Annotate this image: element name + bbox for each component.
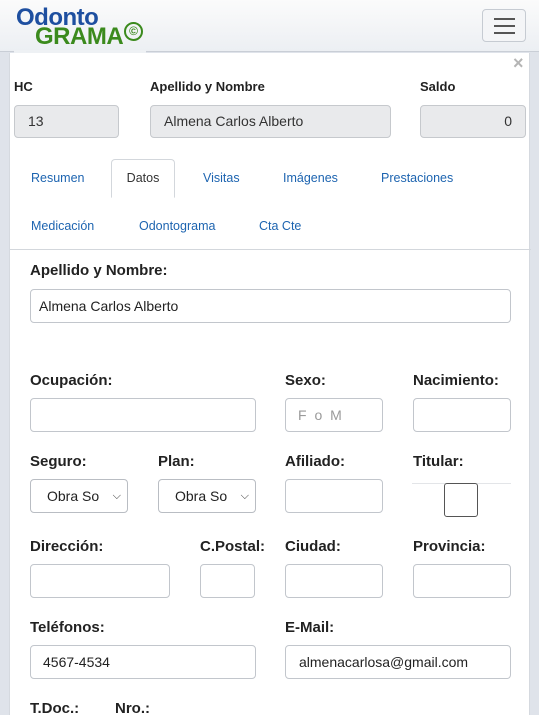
ocupacion-label: Ocupación: [30, 372, 113, 389]
ocupacion-input[interactable] [30, 398, 256, 432]
tab-odontograma[interactable]: Odontograma [139, 219, 215, 233]
menu-bar [494, 18, 515, 20]
tab-resumen[interactable]: Resumen [31, 171, 85, 185]
sexo-label: Sexo: [285, 372, 326, 389]
app-logo[interactable]: Odonto GRAMA © [14, 4, 148, 53]
menu-bar [494, 25, 515, 27]
hc-label: HC [14, 79, 33, 94]
tab-prestaciones[interactable]: Prestaciones [381, 171, 453, 185]
email-input[interactable]: almenacarlosa@gmail.com [285, 645, 511, 679]
nombre-label: Apellido y Nombre: [30, 262, 168, 279]
saldo-field: 0 [420, 105, 526, 138]
ciudad-label: Ciudad: [285, 538, 341, 555]
seguro-select[interactable]: Obra So ⌵ [30, 479, 128, 513]
afiliado-label: Afiliado: [285, 453, 345, 470]
direccion-input[interactable] [30, 564, 170, 598]
seguro-label: Seguro: [30, 453, 87, 470]
plan-select-value: Obra So [175, 488, 228, 504]
ciudad-input[interactable] [285, 564, 383, 598]
tab-visitas[interactable]: Visitas [203, 171, 240, 185]
patient-modal: × HC 13 Apellido y Nombre Almena Carlos … [9, 53, 531, 715]
cpostal-label: C.Postal: [200, 538, 266, 555]
titular-label: Titular: [413, 453, 464, 470]
patient-name-label: Apellido y Nombre [150, 79, 265, 94]
tab-cta-cte[interactable]: Cta Cte [259, 219, 301, 233]
menu-bar [494, 32, 515, 34]
cpostal-input[interactable] [200, 564, 255, 598]
provincia-input[interactable] [413, 564, 511, 598]
top-navbar: Odonto GRAMA © [0, 0, 539, 53]
chevron-down-icon: ⌵ [112, 490, 121, 502]
telefonos-input[interactable]: 4567-4534 [30, 645, 256, 679]
sexo-input[interactable]: F o M [285, 398, 383, 432]
titular-checkbox[interactable] [444, 483, 478, 517]
tabs-divider [10, 249, 531, 250]
plan-label: Plan: [158, 453, 195, 470]
afiliado-input[interactable] [285, 479, 383, 513]
email-label: E-Mail: [285, 619, 335, 636]
nro-label: Nro.: [115, 700, 150, 715]
nacimiento-label: Nacimiento: [413, 372, 499, 389]
nombre-input[interactable]: Almena Carlos Alberto [30, 289, 511, 323]
close-icon[interactable]: × [513, 53, 524, 74]
patient-name-field: Almena Carlos Alberto [150, 105, 391, 138]
hamburger-menu-icon[interactable] [482, 9, 526, 42]
tab-medicacion[interactable]: Medicación [31, 219, 94, 233]
telefonos-label: Teléfonos: [30, 619, 105, 636]
direccion-label: Dirección: [30, 538, 104, 555]
saldo-label: Saldo [420, 79, 456, 94]
hc-field: 13 [14, 105, 119, 138]
plan-select[interactable]: Obra So ⌵ [158, 479, 256, 513]
seguro-select-value: Obra So [47, 488, 100, 504]
nacimiento-input[interactable] [413, 398, 511, 432]
logo-copyright-mark: © [124, 22, 143, 41]
tdoc-label: T.Doc.: [30, 700, 80, 715]
chevron-down-icon: ⌵ [240, 490, 249, 502]
tab-imagenes[interactable]: Imágenes [283, 171, 338, 185]
logo-text-bottom: GRAMA [35, 23, 124, 50]
tab-datos[interactable]: Datos [111, 159, 175, 198]
provincia-label: Provincia: [413, 538, 486, 555]
